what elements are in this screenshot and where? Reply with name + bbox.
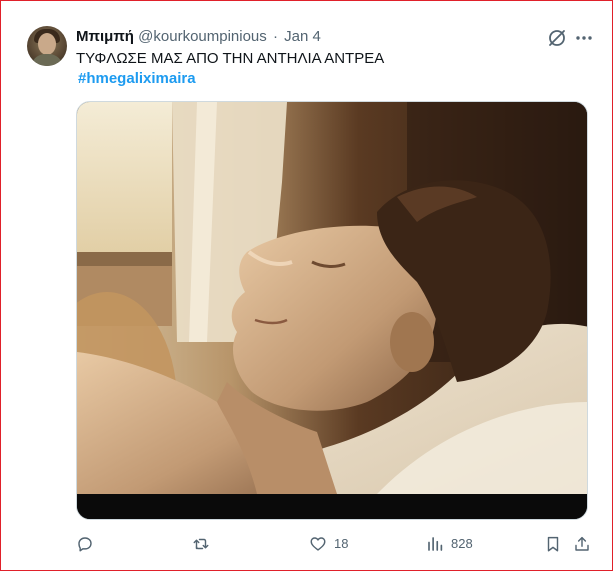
- like-button[interactable]: 18: [309, 531, 348, 557]
- author-handle[interactable]: @kourkoumpinious: [138, 28, 267, 45]
- header-separator: ·: [272, 28, 278, 45]
- tweet-media-photo[interactable]: [76, 101, 588, 520]
- views-icon: [428, 537, 443, 551]
- tweet-card[interactable]: Μπιμπή @kourkoumpinious · Jan 4 ΤΥΦΛΩΣΕ …: [0, 0, 613, 571]
- avatar-face: [38, 33, 56, 55]
- bookmark-button[interactable]: [544, 531, 562, 557]
- author-name[interactable]: Μπιμπή: [76, 28, 134, 45]
- photo-scene: [77, 102, 587, 519]
- more-icon[interactable]: [574, 28, 594, 48]
- tweet-header: Μπιμπή @kourkoumpinious · Jan 4: [76, 27, 321, 47]
- tweet-actions: 18 828: [1, 531, 613, 557]
- avatar[interactable]: [27, 26, 67, 66]
- share-icon: [575, 536, 589, 551]
- retweet-button[interactable]: [192, 531, 210, 557]
- hashtag-link[interactable]: #hmegaliximaira: [78, 69, 196, 89]
- views-count: 828: [451, 536, 473, 551]
- bookmark-icon: [547, 536, 559, 552]
- tweet-date[interactable]: Jan 4: [284, 28, 321, 45]
- tweet-text: ΤΥΦΛΩΣΕ ΜΑΣ ΑΠΟ ΤΗΝ ΑΝΤΗΛΙΑ ΑΝΤΡΕΑ: [76, 50, 385, 67]
- like-count: 18: [334, 536, 349, 551]
- retweet-icon: [193, 538, 209, 550]
- views-button[interactable]: 828: [426, 531, 473, 557]
- reply-button[interactable]: [76, 531, 94, 557]
- avatar-body: [31, 54, 63, 66]
- grok-icon[interactable]: [547, 28, 567, 48]
- heart-icon: [310, 537, 326, 551]
- share-button[interactable]: [573, 531, 591, 557]
- reply-icon: [78, 537, 92, 552]
